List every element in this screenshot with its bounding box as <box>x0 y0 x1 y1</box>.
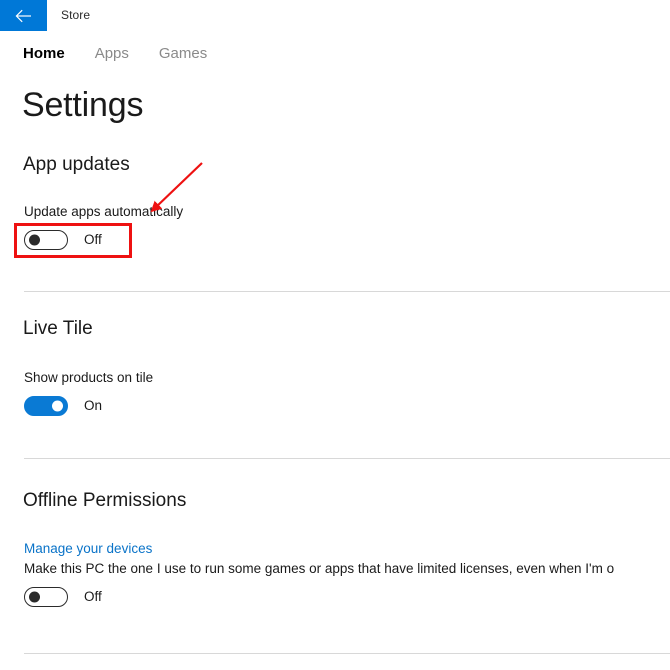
update-apps-automatically-state: Off <box>84 232 102 247</box>
toggle-knob <box>52 400 63 412</box>
nav-tabs: Home Apps Games <box>23 44 237 64</box>
label-update-apps-automatically: Update apps automatically <box>24 204 184 219</box>
show-products-on-tile-toggle[interactable] <box>24 396 68 416</box>
offline-permissions-description: Make this PC the one I use to run some g… <box>24 561 615 576</box>
tab-home[interactable]: Home <box>23 44 65 64</box>
section-heading-live-tile: Live Tile <box>23 318 93 339</box>
divider-app-updates <box>24 291 670 292</box>
app-title: Store <box>61 8 91 22</box>
title-bar: Store <box>0 0 670 31</box>
show-products-on-tile-row: On <box>24 396 102 416</box>
show-products-on-tile-state: On <box>84 398 103 413</box>
offline-permissions-state: Off <box>84 589 102 604</box>
tab-apps[interactable]: Apps <box>95 44 129 64</box>
back-button[interactable] <box>0 0 47 31</box>
section-heading-app-updates: App updates <box>23 154 130 175</box>
page-title: Settings <box>22 86 144 124</box>
back-arrow-icon <box>15 9 32 23</box>
update-apps-automatically-toggle[interactable] <box>24 230 68 250</box>
divider-offline-permissions <box>24 653 670 654</box>
divider-live-tile <box>24 458 670 459</box>
toggle-knob <box>29 234 40 246</box>
label-show-products-on-tile: Show products on tile <box>24 370 154 385</box>
offline-permissions-toggle[interactable] <box>24 587 68 607</box>
section-heading-offline-permissions: Offline Permissions <box>23 490 187 511</box>
update-apps-automatically-row: Off <box>24 230 102 250</box>
manage-your-devices-link[interactable]: Manage your devices <box>24 540 152 558</box>
toggle-knob <box>29 591 40 603</box>
tab-games[interactable]: Games <box>159 44 207 64</box>
offline-permissions-row: Off <box>24 587 102 607</box>
